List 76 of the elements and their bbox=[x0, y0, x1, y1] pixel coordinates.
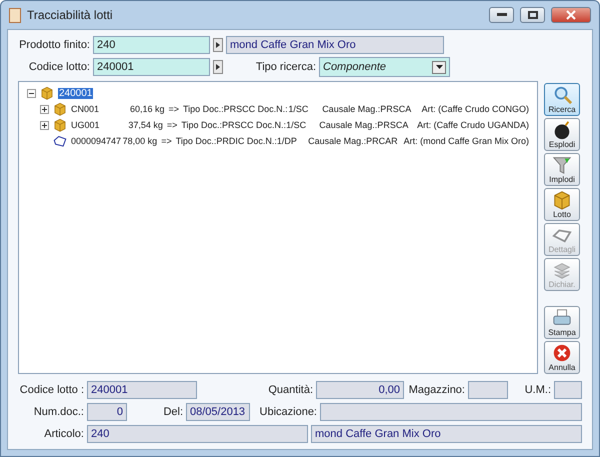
input-field: mond Caffe Gran Mix Oro bbox=[311, 424, 582, 442]
input-field[interactable]: 240 bbox=[93, 36, 210, 54]
maximize-button[interactable] bbox=[520, 7, 545, 23]
box-icon bbox=[40, 86, 54, 100]
quantity-text: 78,00 kg bbox=[122, 136, 158, 146]
document-icon bbox=[53, 134, 67, 148]
document-type-text: Tipo Doc.:PRSCC Doc.N.: bbox=[182, 104, 288, 114]
cancel-icon bbox=[552, 343, 572, 363]
quantity-text: 60,16 kg bbox=[128, 104, 164, 114]
dropdown-arrow-icon bbox=[436, 65, 442, 69]
window-title: Tracciabilità lotti bbox=[27, 8, 114, 22]
funnel-icon bbox=[552, 154, 572, 175]
toolbar-button[interactable]: Esplodi bbox=[544, 118, 580, 151]
field-label: Prodotto finito: bbox=[18, 39, 90, 51]
input-field: 08/05/2013 bbox=[186, 402, 250, 420]
input-field: 0,00 bbox=[316, 380, 404, 398]
input-field[interactable]: 240001 bbox=[93, 58, 210, 76]
close-button[interactable] bbox=[551, 7, 591, 23]
input-field: mond Caffe Gran Mix Oro bbox=[226, 36, 444, 54]
toolbar-button[interactable]: Lotto bbox=[544, 188, 580, 221]
article-text: Art: (Caffe Crudo UGANDA) bbox=[417, 120, 529, 130]
app-icon bbox=[9, 8, 21, 22]
document-type-text: Tipo Doc.:PRSCC Doc.N.: bbox=[181, 120, 286, 130]
search-type-dropdown[interactable]: Componente bbox=[319, 57, 450, 77]
field-label: Ubicazione: bbox=[258, 406, 317, 418]
field-label: Del: bbox=[162, 406, 183, 418]
document-type-text: Tipo Doc.:PRDIC Doc.N.: bbox=[176, 136, 277, 146]
field-label: Quantità: bbox=[267, 384, 313, 396]
field-label: Magazzino: bbox=[408, 384, 465, 396]
collapse-icon[interactable] bbox=[27, 88, 36, 98]
box-icon bbox=[53, 102, 67, 116]
tree-item[interactable]: 240001 bbox=[58, 88, 94, 98]
field-label: Num.doc.: bbox=[32, 406, 84, 418]
maximize-icon bbox=[528, 11, 538, 19]
causale-text: Causale Mag.:PRCAR bbox=[308, 136, 398, 146]
arrow-text: => bbox=[168, 104, 179, 114]
box-icon bbox=[53, 118, 67, 132]
input-field bbox=[468, 380, 508, 398]
close-icon bbox=[566, 10, 576, 20]
document-number-text: 1/SC bbox=[286, 120, 308, 130]
document-number-text: 1/DP bbox=[276, 136, 298, 146]
input-field: 0 bbox=[87, 402, 127, 420]
arrow-text: => bbox=[161, 136, 172, 146]
input-field bbox=[554, 380, 582, 398]
chevron-icon bbox=[216, 42, 220, 48]
lookup-button[interactable] bbox=[213, 38, 223, 52]
causale-text: Causale Mag.:PRSCA bbox=[319, 120, 410, 130]
article-text: Art: (Caffe Crudo CONGO) bbox=[422, 104, 530, 114]
bomb-icon bbox=[552, 120, 572, 140]
minimize-button[interactable] bbox=[489, 7, 514, 23]
arrow-text: => bbox=[166, 120, 178, 130]
input-field: 240 bbox=[87, 424, 308, 442]
field-label: Codice lotto : bbox=[18, 384, 84, 396]
quantity-text: 37,54 kg bbox=[127, 120, 163, 130]
box-icon bbox=[552, 190, 572, 210]
causale-text: Causale Mag.:PRSCA bbox=[322, 104, 412, 114]
document-number-text: 1/SC bbox=[288, 104, 310, 114]
tree-item[interactable]: CN001 bbox=[71, 104, 127, 114]
tree-item[interactable]: UG001 bbox=[71, 120, 126, 130]
toolbar-button[interactable]: Annulla bbox=[544, 341, 580, 374]
toolbar-button[interactable]: Stampa bbox=[544, 306, 580, 340]
tree-item[interactable]: 0000094747 bbox=[71, 136, 122, 146]
field-label: U.M.: bbox=[524, 384, 551, 396]
field-label: Codice lotto: bbox=[28, 61, 90, 73]
article-text: Art: (mond Caffe Gran Mix Oro) bbox=[404, 136, 529, 146]
expand-icon[interactable] bbox=[40, 120, 49, 130]
input-field: 240001 bbox=[87, 380, 197, 398]
toolbar-button[interactable]: Ricerca bbox=[544, 83, 580, 116]
lookup-button[interactable] bbox=[213, 60, 223, 74]
field-label: Articolo: bbox=[43, 428, 84, 440]
expand-icon[interactable] bbox=[40, 104, 49, 114]
chevron-icon bbox=[216, 64, 220, 70]
toolbar-button[interactable]: Implodi bbox=[544, 152, 580, 186]
field-label: Tipo ricerca: bbox=[254, 61, 316, 73]
minimize-icon bbox=[496, 13, 506, 17]
magnifier-icon bbox=[552, 84, 572, 105]
